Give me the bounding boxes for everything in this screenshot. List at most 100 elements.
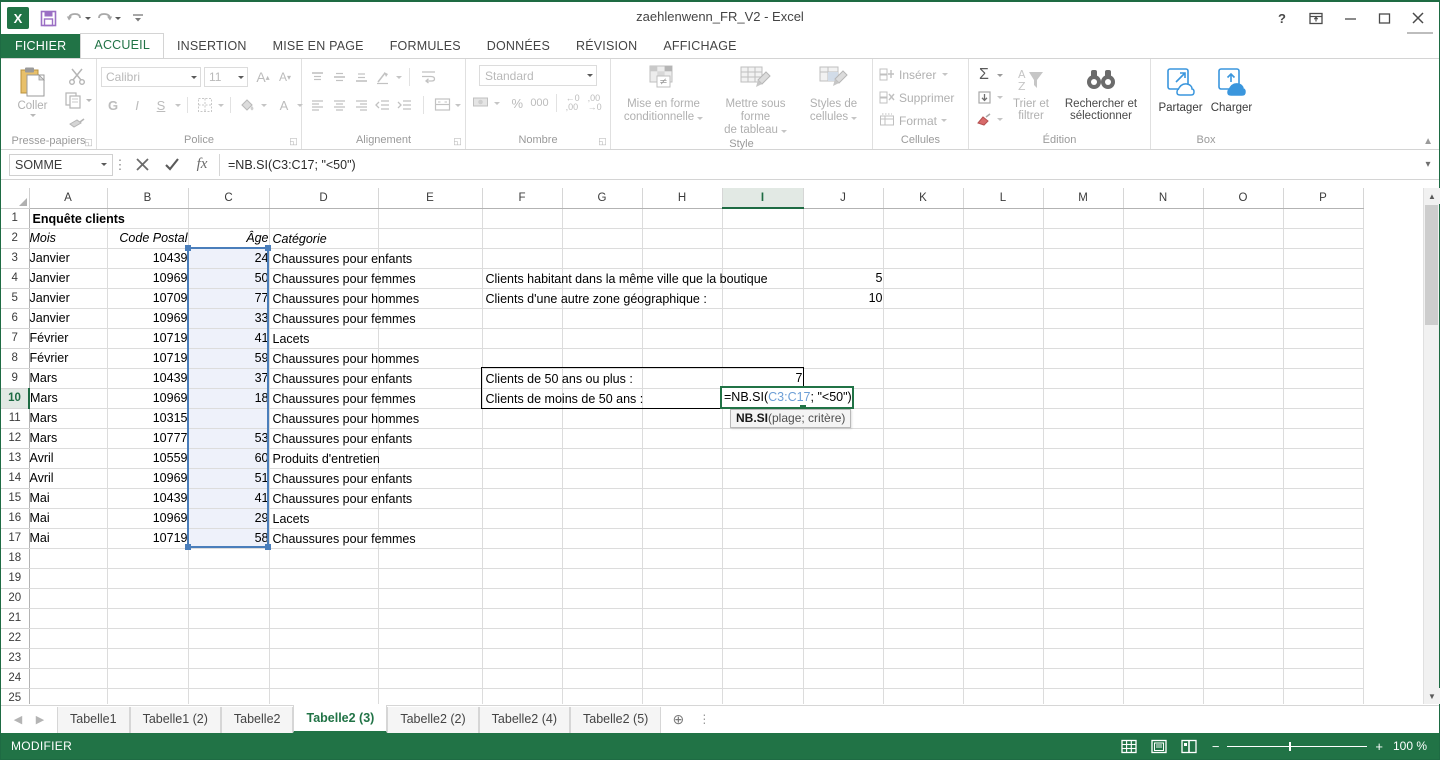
cell-B15[interactable]: 10439	[107, 488, 189, 509]
cell-L22[interactable]	[963, 628, 1044, 649]
cell-E16[interactable]	[378, 508, 483, 529]
scroll-up-icon[interactable]: ▲	[1424, 188, 1440, 204]
increase-font-size-icon[interactable]: A ▴	[252, 66, 274, 88]
cell-M15[interactable]	[1043, 488, 1124, 509]
cell-D15[interactable]: Chaussures pour enfants	[269, 488, 412, 509]
cell-M9[interactable]	[1043, 368, 1124, 389]
tab-split-handle[interactable]: ⋮	[695, 707, 713, 733]
cell-F9[interactable]: Clients de 50 ans ou plus :	[482, 368, 633, 389]
cell-N18[interactable]	[1123, 548, 1204, 569]
cell-I23[interactable]	[722, 648, 804, 669]
paste-button[interactable]: Coller	[5, 62, 60, 117]
wrap-text-icon[interactable]	[417, 66, 439, 88]
cell-J2[interactable]	[803, 228, 884, 249]
cell-C17[interactable]: 58	[188, 528, 270, 549]
cell-D22[interactable]	[269, 628, 379, 649]
cell-L25[interactable]	[963, 688, 1044, 704]
borders-icon[interactable]	[194, 94, 216, 116]
tab-accueil[interactable]: ACCUEIL	[80, 33, 164, 58]
cell-A13[interactable]: Avril	[29, 448, 108, 469]
cell-H1[interactable]	[642, 208, 723, 229]
cell-C24[interactable]	[188, 668, 270, 689]
cell-F5[interactable]: Clients d'une autre zone géographique :	[482, 288, 707, 309]
collapse-ribbon-icon[interactable]: ▲	[1423, 136, 1433, 147]
cell-P11[interactable]	[1283, 408, 1364, 429]
cell-H8[interactable]	[642, 348, 723, 369]
cell-D4[interactable]: Chaussures pour femmes	[269, 268, 416, 289]
cell-A17[interactable]: Mai	[29, 528, 108, 549]
cell-M23[interactable]	[1043, 648, 1124, 669]
align-center-icon[interactable]	[328, 94, 350, 116]
row-header-2[interactable]: 2	[1, 228, 30, 249]
row-header-9[interactable]: 9	[1, 368, 30, 389]
cell-J24[interactable]	[803, 668, 884, 689]
cell-M22[interactable]	[1043, 628, 1124, 649]
cell-P24[interactable]	[1283, 668, 1364, 689]
cell-N4[interactable]	[1123, 268, 1204, 289]
cell-B22[interactable]	[107, 628, 189, 649]
cell-D23[interactable]	[269, 648, 379, 669]
col-header-K[interactable]: K	[883, 188, 964, 209]
align-top-icon[interactable]	[306, 66, 328, 88]
cell-I16[interactable]	[722, 508, 804, 529]
cell-M3[interactable]	[1043, 248, 1124, 269]
cell-F25[interactable]	[482, 688, 563, 704]
cell-P16[interactable]	[1283, 508, 1364, 529]
row-header-7[interactable]: 7	[1, 328, 30, 349]
cell-P5[interactable]	[1283, 288, 1364, 309]
zoom-slider[interactable]: − +	[1212, 739, 1383, 754]
cell-G8[interactable]	[562, 348, 643, 369]
row-header-8[interactable]: 8	[1, 348, 30, 369]
close-button[interactable]	[1401, 6, 1435, 30]
clear-icon[interactable]	[973, 108, 995, 130]
row-header-4[interactable]: 4	[1, 268, 30, 289]
vertical-scroll-thumb[interactable]	[1425, 205, 1438, 325]
tab-formules[interactable]: FORMULES	[377, 34, 474, 58]
cell-I15[interactable]	[722, 488, 804, 509]
cell-M12[interactable]	[1043, 428, 1124, 449]
percent-style-button[interactable]: %	[506, 92, 528, 114]
cell-N11[interactable]	[1123, 408, 1204, 429]
cell-O9[interactable]	[1203, 368, 1284, 389]
cell-K21[interactable]	[883, 608, 964, 629]
row-header-15[interactable]: 15	[1, 488, 30, 509]
expand-formula-bar-icon[interactable]: ▾	[1417, 159, 1439, 170]
cell-J18[interactable]	[803, 548, 884, 569]
delete-cells-button[interactable]: Supprimer	[877, 86, 954, 109]
cell-P15[interactable]	[1283, 488, 1364, 509]
cell-K1[interactable]	[883, 208, 964, 229]
cell-C18[interactable]	[188, 548, 270, 569]
cell-D8[interactable]: Chaussures pour hommes	[269, 348, 419, 369]
align-middle-icon[interactable]	[328, 66, 350, 88]
cell-K9[interactable]	[883, 368, 964, 389]
cell-G25[interactable]	[562, 688, 643, 704]
cell-B8[interactable]: 10719	[107, 348, 189, 369]
cell-F23[interactable]	[482, 648, 563, 669]
col-header-A[interactable]: A	[29, 188, 108, 209]
cell-A7[interactable]: Février	[29, 328, 108, 349]
cell-F20[interactable]	[482, 588, 563, 609]
cell-O14[interactable]	[1203, 468, 1284, 489]
cell-B16[interactable]: 10969	[107, 508, 189, 529]
cell-J6[interactable]	[803, 308, 884, 329]
cell-H12[interactable]	[642, 428, 723, 449]
col-header-B[interactable]: B	[107, 188, 189, 209]
cell-K8[interactable]	[883, 348, 964, 369]
cell-K14[interactable]	[883, 468, 964, 489]
cell-F15[interactable]	[482, 488, 563, 509]
cell-L23[interactable]	[963, 648, 1044, 669]
font-color-icon[interactable]: A	[273, 94, 295, 116]
cell-C13[interactable]: 60	[188, 448, 270, 469]
cell-B19[interactable]	[107, 568, 189, 589]
cell-F10[interactable]: Clients de moins de 50 ans :	[482, 388, 643, 409]
cell-E24[interactable]	[378, 668, 483, 689]
font-name-input[interactable]: Calibri	[101, 67, 201, 87]
cell-J14[interactable]	[803, 468, 884, 489]
cell-L6[interactable]	[963, 308, 1044, 329]
cell-D11[interactable]: Chaussures pour hommes	[269, 408, 419, 429]
cell-M17[interactable]	[1043, 528, 1124, 549]
cell-J25[interactable]	[803, 688, 884, 704]
zoom-in-button[interactable]: +	[1375, 739, 1383, 754]
previous-sheet-icon[interactable]: ◀	[7, 713, 29, 726]
cell-P8[interactable]	[1283, 348, 1364, 369]
